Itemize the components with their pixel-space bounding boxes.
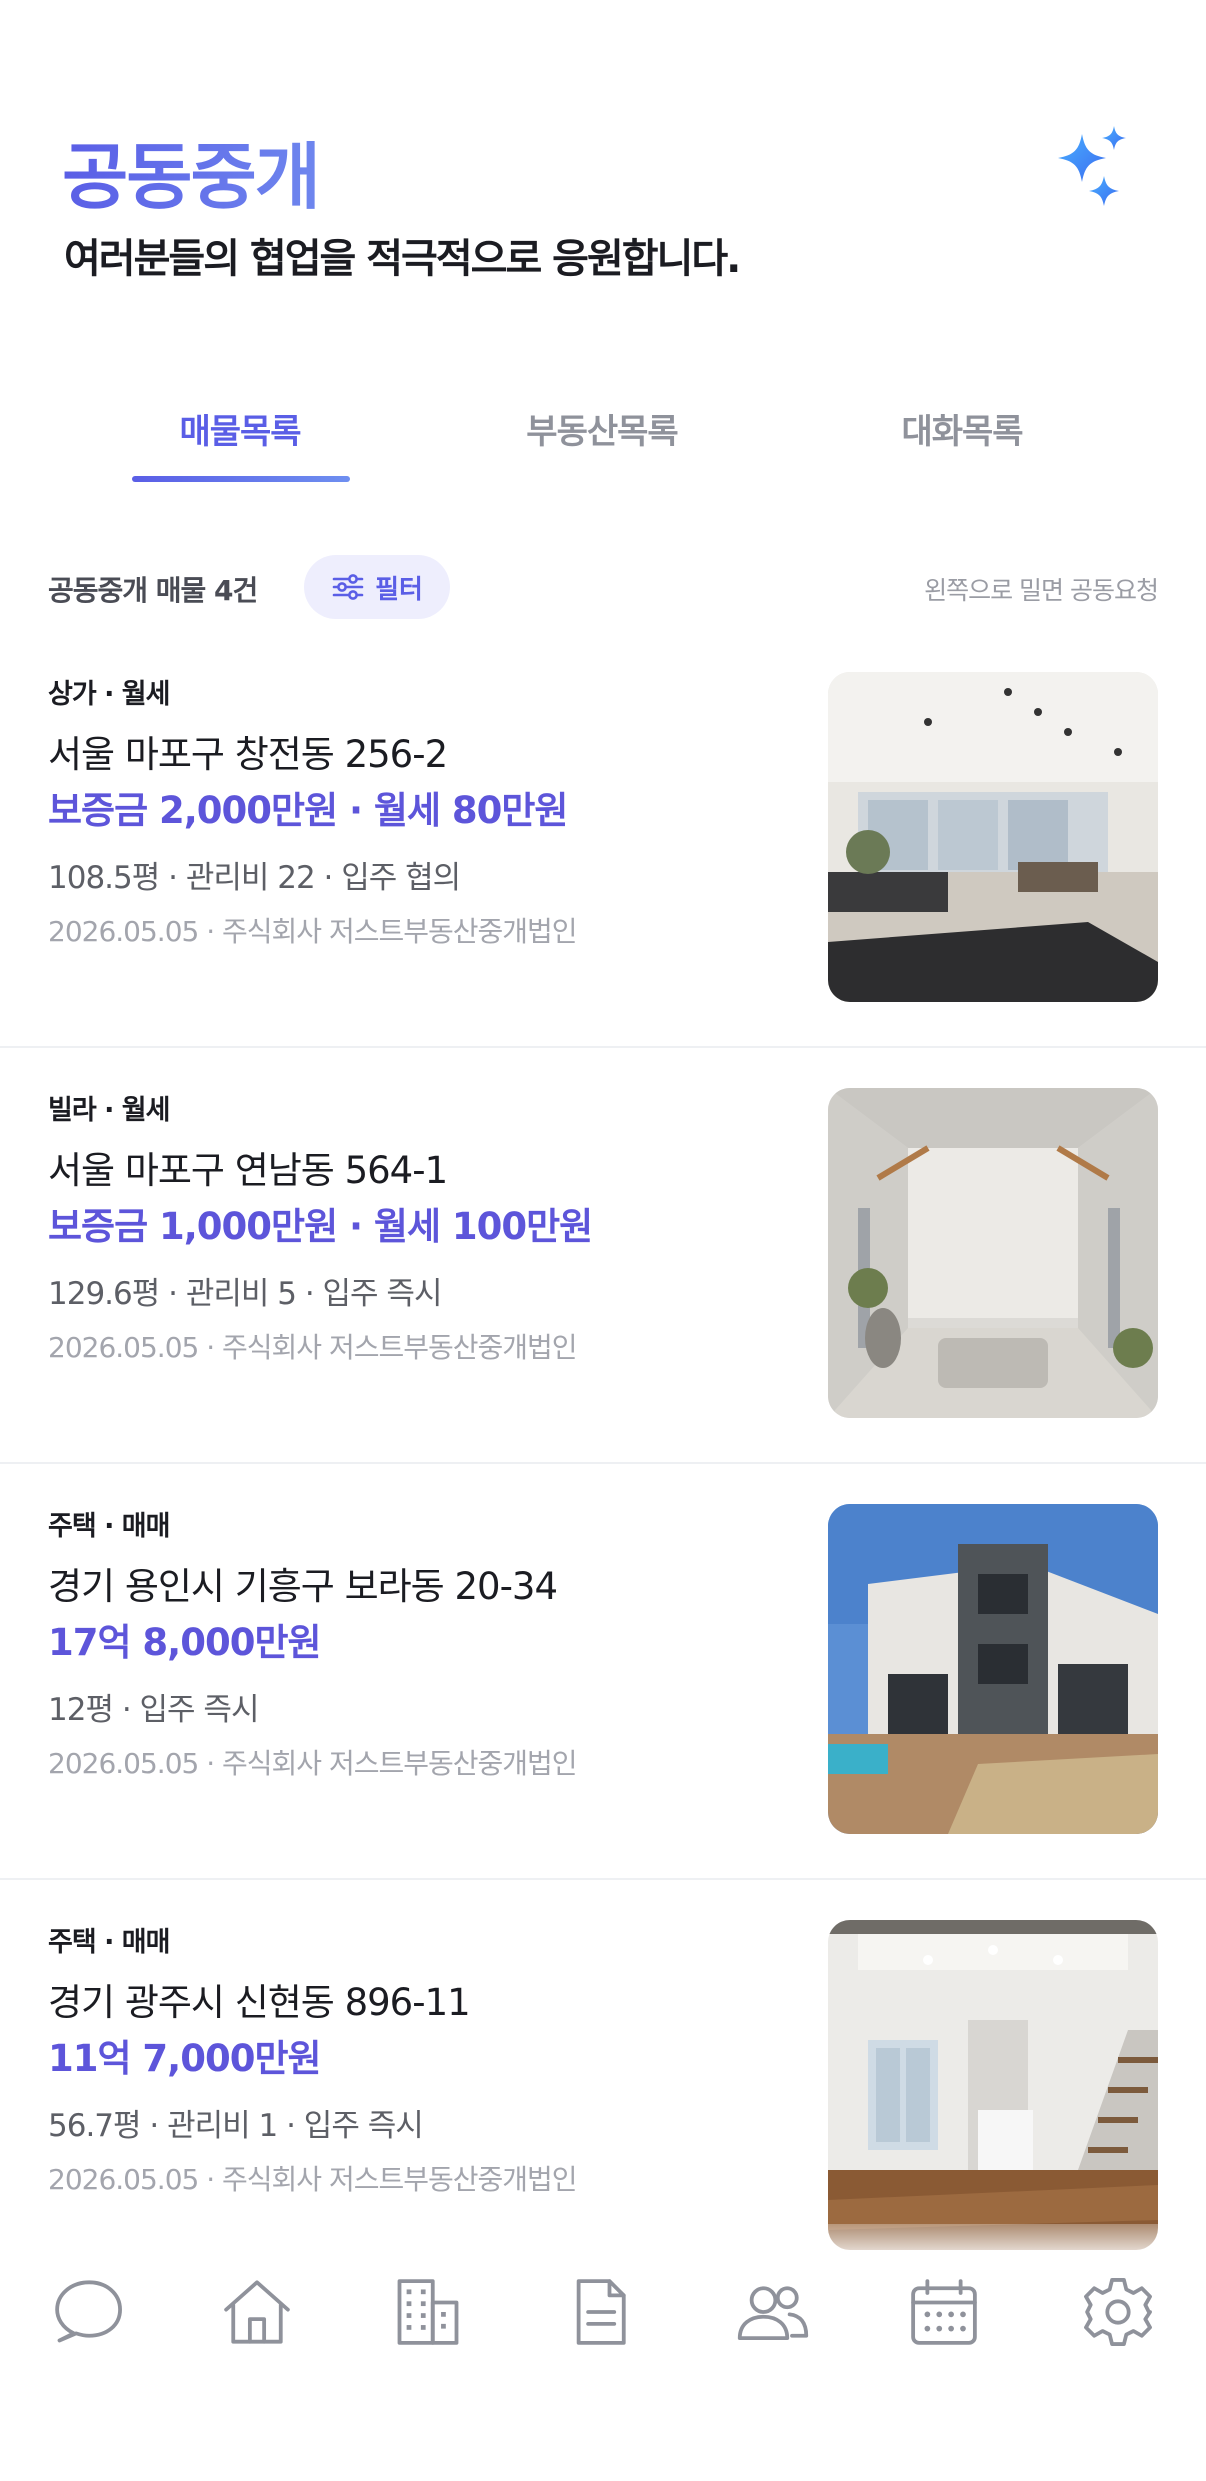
- listing-photo[interactable]: [828, 672, 1158, 1002]
- listing-date-agency: 2026.05.05 · 주식회사 저스트부동산중개법인: [48, 1747, 578, 1780]
- list-toolbar: 공동중개 매물 4건 필터 왼쪽으로 밀면 공동요청: [0, 555, 1206, 619]
- chat-icon[interactable]: [48, 2272, 128, 2352]
- page-header: 공동중개 여러분들의 협업을 적극적으로 응원합니다.: [0, 0, 1206, 330]
- filter-label: 필터: [375, 574, 423, 605]
- listing-price: 11억 7,000만원: [48, 2037, 322, 2080]
- listing-photo[interactable]: [828, 1920, 1158, 2250]
- listing-price: 17억 8,000만원: [48, 1621, 322, 1664]
- tab-chats[interactable]: 대화목록: [842, 404, 1082, 453]
- listing-details: 129.6평 · 관리비 5 · 입주 즉시: [48, 1276, 442, 1312]
- list-item[interactable]: 상가 · 월세 서울 마포구 창전동 256-2 보증금 2,000만원 · 월…: [0, 632, 1206, 1048]
- sliders-icon: [332, 574, 364, 600]
- filter-button[interactable]: 필터: [304, 555, 450, 619]
- tab-agencies[interactable]: 부동산목록: [482, 404, 722, 453]
- document-icon[interactable]: [560, 2272, 640, 2352]
- listing-category: 주택 · 매매: [48, 1511, 170, 1542]
- listing-photo[interactable]: [828, 1088, 1158, 1418]
- listing-details: 108.5평 · 관리비 22 · 입주 협의: [48, 860, 461, 896]
- listing-category: 상가 · 월세: [48, 679, 170, 710]
- listing-details: 56.7평 · 관리비 1 · 입주 즉시: [48, 2108, 424, 2144]
- bottom-navigation: [0, 2224, 1206, 2481]
- listing-date-agency: 2026.05.05 · 주식회사 저스트부동산중개법인: [48, 2163, 578, 2196]
- listing-price: 보증금 1,000만원 · 월세 100만원: [48, 1205, 593, 1248]
- page-title: 공동중개: [62, 118, 321, 223]
- listing-address: 경기 용인시 기흥구 보라동 20-34: [48, 1565, 558, 1608]
- home-icon[interactable]: [217, 2272, 297, 2352]
- listing-address: 경기 광주시 신현동 896-11: [48, 1981, 471, 2024]
- listing-address: 서울 마포구 창전동 256-2: [48, 733, 448, 776]
- listing-category: 빌라 · 월세: [48, 1095, 170, 1126]
- listing-category: 주택 · 매매: [48, 1927, 170, 1958]
- listing-date-agency: 2026.05.05 · 주식회사 저스트부동산중개법인: [48, 1331, 578, 1364]
- swipe-hint: 왼쪽으로 밀면 공동요청: [924, 576, 1159, 605]
- listing-details: 12평 · 입주 즉시: [48, 1692, 259, 1728]
- tab-bar: 매물목록 부동산목록 대화목록: [0, 390, 1206, 486]
- building-icon[interactable]: [388, 2272, 468, 2352]
- tab-active-indicator: [132, 476, 350, 482]
- sparkle-icon[interactable]: [1052, 126, 1132, 212]
- list-item[interactable]: 빌라 · 월세 서울 마포구 연남동 564-1 보증금 1,000만원 · 월…: [0, 1048, 1206, 1464]
- listing-count: 공동중개 매물 4건: [48, 574, 258, 607]
- listing-price: 보증금 2,000만원 · 월세 80만원: [48, 789, 568, 832]
- calendar-icon[interactable]: [904, 2272, 984, 2352]
- tab-listings[interactable]: 매물목록: [120, 404, 360, 453]
- listing-photo[interactable]: [828, 1504, 1158, 1834]
- listing-address: 서울 마포구 연남동 564-1: [48, 1149, 448, 1192]
- people-icon[interactable]: [733, 2272, 813, 2352]
- list-item[interactable]: 주택 · 매매 경기 용인시 기흥구 보라동 20-34 17억 8,000만원…: [0, 1464, 1206, 1880]
- listing-date-agency: 2026.05.05 · 주식회사 저스트부동산중개법인: [48, 915, 578, 948]
- settings-icon[interactable]: [1078, 2272, 1158, 2352]
- page-subtitle: 여러분들의 협업을 적극적으로 응원합니다.: [64, 236, 741, 282]
